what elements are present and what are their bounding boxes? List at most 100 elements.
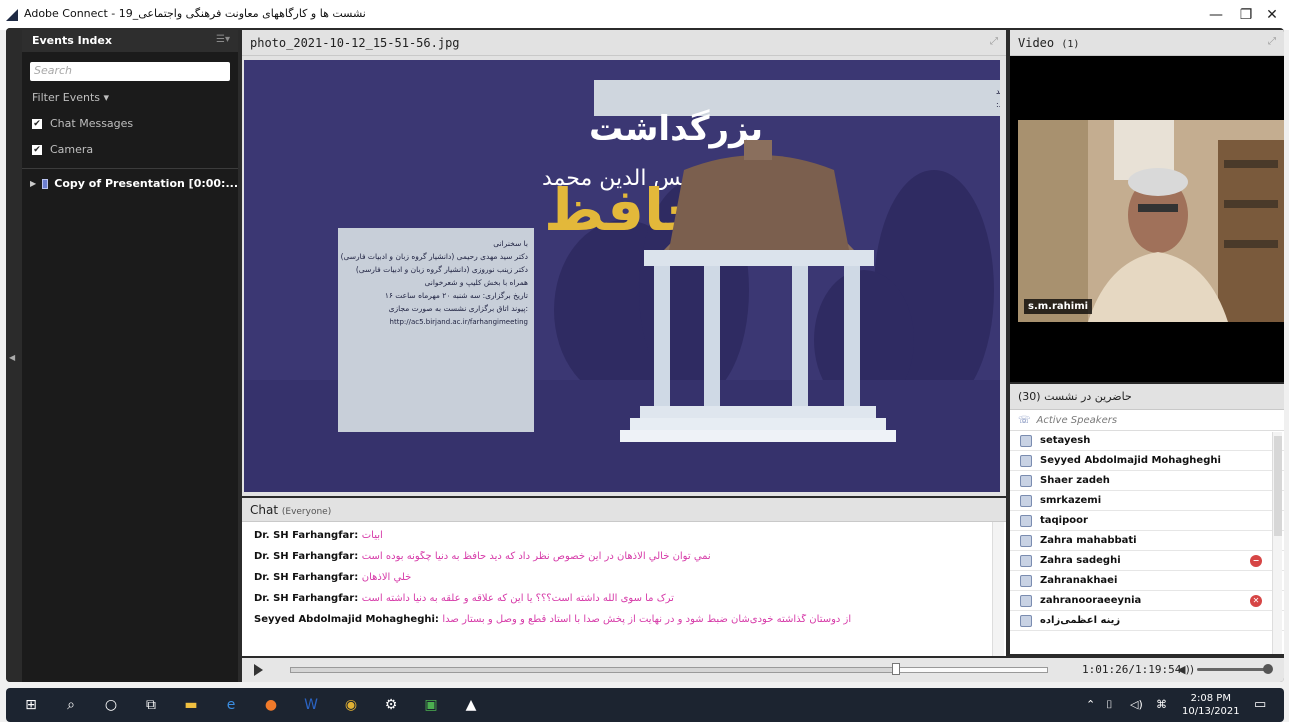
attendee-name: Shaer zadeh [1040, 475, 1110, 486]
event-tree-label: Copy of Presentation [0:00:... [54, 177, 238, 190]
checkbox-checked-icon[interactable]: ✔ [32, 118, 42, 129]
panel-menu-icon[interactable]: ☰▾ [216, 34, 230, 45]
volume-slider[interactable] [1197, 664, 1273, 674]
status-away-icon: − [1250, 555, 1262, 567]
attendee-row[interactable]: Zahra mahabbati [1010, 531, 1284, 551]
edge-icon[interactable]: e [222, 696, 240, 714]
search-icon[interactable]: ⌕ [62, 696, 80, 714]
attendee-row[interactable]: setayesh [1010, 431, 1284, 451]
attendee-row[interactable]: Shaer zadeh [1010, 471, 1284, 491]
chevron-down-icon: ▾ [103, 91, 110, 104]
tray-chevron-icon[interactable]: ⌃ [1086, 698, 1095, 711]
windows-start-icon[interactable]: ⊞ [22, 696, 40, 714]
attendee-row[interactable]: Seyyed Abdolmajid Mohagheghi [1010, 451, 1284, 471]
attendee-row[interactable]: Zahranakhaei [1010, 571, 1284, 591]
shared-image: انجمن ادبیات، کانون شعر و ادب، کانون گوی… [244, 60, 1000, 492]
seek-handle[interactable] [891, 663, 900, 675]
chat-sender: Dr. SH Farhangfar: [254, 551, 362, 562]
chat-text: ترک ما سوی الله داشته است؟؟؟ يا اين که ع… [361, 593, 674, 604]
attendee-row[interactable]: taqipoor [1010, 511, 1284, 531]
adobe-connect-taskbar-icon[interactable]: ▣ [422, 696, 440, 714]
notifications-icon[interactable]: ▭ [1254, 698, 1266, 711]
attendee-scrollbar[interactable] [1272, 432, 1282, 654]
scrollbar-thumb[interactable] [1274, 436, 1282, 536]
seek-progress [291, 668, 896, 672]
firefox-icon[interactable]: ● [262, 696, 280, 714]
event-tree-item[interactable]: ▶ Copy of Presentation [0:00:... [30, 177, 238, 190]
share-pod-header: photo_2021-10-12_15-51-56.jpg ⤢ [242, 30, 1006, 56]
chrome-icon[interactable]: ◉ [342, 696, 360, 714]
language-icon[interactable]: ⌘ [1156, 698, 1167, 711]
chat-messages: Dr. SH Farhangfar: ابیات Dr. SH Farhangfa… [242, 522, 1006, 625]
filter-chat-messages[interactable]: ✔ Chat Messages [32, 117, 238, 130]
chat-scrollbar[interactable] [992, 522, 1004, 656]
user-icon [1020, 434, 1032, 447]
events-index-title: Events Index [32, 34, 112, 47]
search-input[interactable]: Search [30, 62, 230, 81]
adobe-connect-icon [6, 9, 18, 21]
chat-sender: Dr. SH Farhangfar: [254, 593, 362, 604]
collapse-strip[interactable]: ◀ [6, 28, 20, 682]
filter-camera[interactable]: ✔ Camera [32, 143, 238, 156]
collapse-arrow-icon[interactable]: ◀ [9, 353, 15, 362]
chat-pod: Chat (Everyone) Dr. SH Farhangfar: ابیات… [242, 498, 1006, 656]
volume-knob[interactable] [1263, 664, 1273, 674]
expand-arrow-icon[interactable]: ▶ [30, 179, 36, 188]
play-icon[interactable] [254, 664, 263, 676]
network-icon[interactable]: ⌷ [1106, 698, 1113, 711]
user-icon [1020, 474, 1032, 487]
poster-info-line: تاریخ برگزاری: سه شنبه ۲۰ مهرماه ساعت ۱۶ [385, 291, 528, 300]
task-view-icon[interactable]: ⧉ [142, 696, 160, 714]
attendee-name: زینه اعظمی‌زاده [1040, 615, 1121, 626]
chat-message: Dr. SH Farhangfar: ترک ما سوی الله داشته… [254, 593, 994, 604]
attendee-row[interactable]: smrkazemi [1010, 491, 1284, 511]
poster-info-line: دکتر زینب نوروزی (دانشیار گروه زبان و اد… [356, 265, 528, 274]
video-pod-header: Video (1) ⤢ [1010, 30, 1284, 56]
poster-heading: بزرگداشت [589, 109, 763, 149]
share-pod-title: photo_2021-10-12_15-51-56.jpg [250, 36, 460, 50]
settings-gear-icon[interactable]: ⚙ [382, 696, 400, 714]
attendee-name: taqipoor [1040, 515, 1088, 526]
chat-message: Seyyed Abdolmajid Mohagheghi: از دوستان … [254, 614, 994, 625]
user-icon [1020, 614, 1032, 627]
speaker-icon: ☏ [1018, 414, 1031, 426]
chat-text: از دوستان گذاشته خودی‌شان ضبط شود و در ن… [442, 614, 852, 625]
attendee-name: setayesh [1040, 435, 1091, 446]
chat-message: Dr. SH Farhangfar: ابیات [254, 530, 994, 541]
word-icon[interactable]: W [302, 696, 320, 714]
volume-icon[interactable]: ◀)) [1177, 663, 1194, 676]
attendee-row[interactable]: Zahra sadeghi − [1010, 551, 1284, 571]
user-icon [1020, 514, 1032, 527]
fullscreen-icon[interactable]: ⤢ [1268, 36, 1276, 47]
poster-organizers-line-2: و انجمن علمی استادان زبان و ادبیات فارسی… [996, 99, 1000, 109]
clock[interactable]: 2:08 PM 10/13/2021 [1182, 692, 1240, 718]
chat-title: Chat [250, 503, 279, 517]
volume-tray-icon[interactable]: ◁) [1130, 698, 1143, 711]
attendee-name: Zahra mahabbati [1040, 535, 1137, 546]
fullscreen-icon[interactable]: ⤢ [990, 36, 998, 47]
webcam-feed: s.m.rahimi [1018, 120, 1284, 322]
filter-events-dropdown[interactable]: Filter Events ▾ [32, 91, 238, 104]
active-speakers-label: Active Speakers [1036, 414, 1118, 426]
attendee-row[interactable]: زینه اعظمی‌زاده [1010, 611, 1284, 631]
participant-name-label: s.m.rahimi [1024, 299, 1093, 314]
attendee-name: Zahranakhaei [1040, 575, 1118, 586]
attendees-count: (30) [1018, 390, 1041, 403]
user-icon [1020, 594, 1032, 607]
share-pod: photo_2021-10-12_15-51-56.jpg ⤢ انجمن اد… [242, 30, 1006, 496]
seek-bar[interactable] [290, 663, 1048, 675]
chat-text: نمي توان خالي الاذهان در اين خصوص نظر دا… [361, 551, 711, 562]
events-index-panel: Events Index ☰▾ Search Filter Events ▾ ✔… [22, 30, 238, 682]
cortana-icon[interactable]: ○ [102, 696, 120, 714]
taskbar: ⊞ ⌕ ○ ⧉ ▬ e ● W ◉ ⚙ ▣ ▲ ⌃ ⌷ ◁) ⌘ 2:08 PM… [6, 688, 1284, 722]
window-title: Adobe Connect - نشست ها و کارگاههای معاو… [24, 7, 366, 20]
playback-bar: 1:01:26/1:19:54 ◀)) [242, 658, 1284, 682]
checkbox-checked-icon[interactable]: ✔ [32, 144, 42, 155]
attendee-row[interactable]: zahranooraeeynia ✕ [1010, 591, 1284, 611]
user-icon [1020, 574, 1032, 587]
close-button[interactable]: ✕ [1252, 0, 1289, 30]
active-speakers-row: ☏ Active Speakers [1010, 410, 1284, 431]
file-explorer-icon[interactable]: ▬ [182, 696, 200, 714]
photos-icon[interactable]: ▲ [462, 696, 480, 714]
attendees-pod-header: حاضرین در نشست (30) [1010, 384, 1284, 410]
